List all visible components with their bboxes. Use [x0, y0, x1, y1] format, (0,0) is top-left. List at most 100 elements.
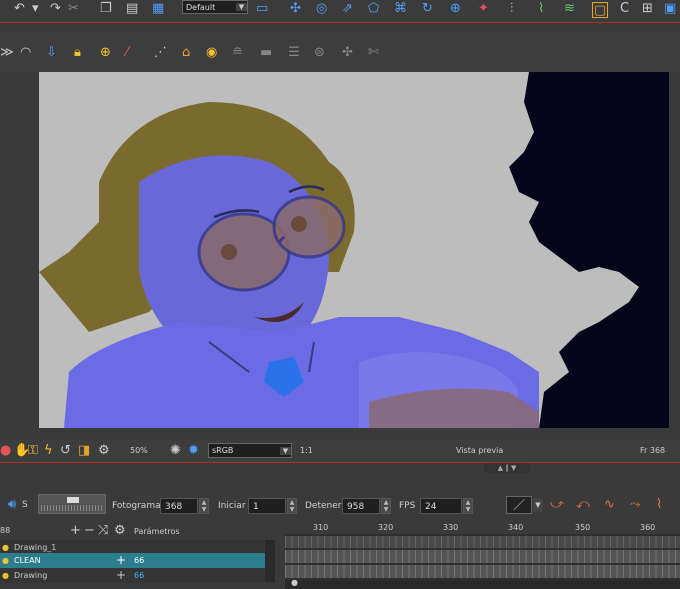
- bulb-icon[interactable]: ◉: [206, 46, 217, 59]
- timeline-scrollbar[interactable]: [285, 580, 680, 589]
- layout-icon[interactable]: ▭: [256, 2, 268, 15]
- envelope-deform-icon[interactable]: ≋: [564, 2, 575, 15]
- record-icon[interactable]: ●: [0, 444, 11, 457]
- frame-input[interactable]: 368: [160, 498, 198, 514]
- undo-icon[interactable]: ↶: [14, 2, 25, 15]
- stack-icon[interactable]: ▦: [152, 2, 164, 15]
- scroll-handle-icon[interactable]: ●: [291, 578, 298, 587]
- rotate-view-icon[interactable]: ↺: [60, 444, 71, 457]
- timeline-tick: 320: [378, 523, 394, 532]
- frame-slider-handle[interactable]: [67, 497, 79, 503]
- bounding-box-icon[interactable]: ▢: [592, 2, 608, 18]
- lock-add-icon[interactable]: ⊕: [100, 46, 111, 59]
- interpolation-linear-icon[interactable]: ／: [506, 496, 532, 514]
- scissors-icon[interactable]: ✂: [68, 2, 79, 15]
- frame-label: Fotograma: [112, 501, 161, 511]
- puppet-icon[interactable]: ✣: [342, 46, 353, 59]
- ease-in-icon[interactable]: ⤻: [550, 498, 564, 511]
- layer-flat-icon[interactable]: ▬: [260, 46, 272, 59]
- camera-icon[interactable]: ◨: [78, 444, 90, 457]
- layers-scrollbar[interactable]: [265, 540, 275, 582]
- scissor-tool-icon[interactable]: ✄: [368, 46, 379, 59]
- layer-visibility-icon[interactable]: ●: [2, 553, 9, 568]
- copy-icon[interactable]: ❐: [100, 2, 112, 15]
- rotate-icon[interactable]: ◎: [316, 2, 327, 15]
- grid-icon[interactable]: ▣: [664, 2, 676, 15]
- scale-icon[interactable]: ⇗: [342, 2, 353, 15]
- motion-icon[interactable]: ⌘: [394, 2, 407, 15]
- transform-icon[interactable]: ✣: [290, 2, 301, 15]
- timeline-ruler[interactable]: 310 320 330 340 350 360: [285, 520, 680, 534]
- skew-icon[interactable]: ⬠: [368, 2, 379, 15]
- curve-deform-icon[interactable]: ⌇: [538, 2, 544, 15]
- timeline-track-2[interactable]: [285, 550, 680, 563]
- zoom-level[interactable]: 50%: [130, 446, 148, 455]
- layer-stack-icon[interactable]: ≘: [232, 46, 243, 59]
- layer-row-selected[interactable]: ● CLEAN + 66: [0, 553, 275, 568]
- paste-icon[interactable]: ▤: [126, 2, 138, 15]
- gear-icon[interactable]: ✺: [170, 444, 181, 457]
- import-icon[interactable]: ⇩: [46, 46, 57, 59]
- lock-icon[interactable]: 🔒︎: [74, 46, 81, 59]
- layer-count: 88: [0, 526, 11, 535]
- add-layer-icon[interactable]: +: [70, 524, 81, 537]
- add-icon[interactable]: +: [116, 568, 126, 583]
- redo-icon[interactable]: ↷: [50, 2, 61, 15]
- color-wheel-icon[interactable]: ✹: [188, 444, 199, 457]
- speaker-icon[interactable]: 🔊︎: [8, 498, 16, 511]
- layer-options-icon[interactable]: ⤨: [98, 524, 108, 537]
- timeline-track-3[interactable]: [285, 565, 680, 578]
- lightning-icon[interactable]: ϟ: [44, 444, 53, 457]
- fps-input[interactable]: 24: [420, 498, 462, 514]
- ease-out-icon[interactable]: ⤺: [576, 498, 590, 511]
- viewer-status-bar: ● ✋ ⚿ ϟ ↺ ◨ ⚙ 50% ✺ ✹ sRGB ▼ 1:1 Vista p…: [0, 440, 680, 462]
- stop-spinner[interactable]: ▲ ▼: [381, 498, 391, 514]
- ease-both-icon[interactable]: ∿: [604, 498, 615, 511]
- panel-collapse-handle[interactable]: ▲ ‖ ▼: [484, 463, 530, 473]
- fps-spinner[interactable]: ▲ ▼: [463, 498, 473, 514]
- preview-label: Vista previa: [456, 446, 504, 455]
- params-header: Parámetros: [134, 527, 180, 536]
- stop-input[interactable]: 958: [342, 498, 380, 514]
- undo-dropdown-icon[interactable]: ▾: [32, 2, 39, 15]
- add-icon[interactable]: +: [116, 553, 126, 568]
- start-spinner[interactable]: ▲ ▼: [287, 498, 297, 514]
- frame-spinner[interactable]: ▲ ▼: [199, 498, 209, 514]
- settings-icon[interactable]: ⚙: [98, 444, 110, 457]
- eraser-icon[interactable]: ⌂: [182, 46, 190, 59]
- layer-merge-icon[interactable]: ⊜: [314, 46, 325, 59]
- pivot-icon[interactable]: ↻: [422, 2, 433, 15]
- panel-divider: [0, 462, 680, 463]
- layer-group-icon[interactable]: ☰: [288, 46, 300, 59]
- stepped-icon[interactable]: ⌇: [656, 498, 662, 511]
- deform-icon[interactable]: ⫶: [510, 2, 513, 15]
- bone-icon[interactable]: ✦: [478, 2, 489, 15]
- remove-layer-icon[interactable]: −: [84, 524, 95, 537]
- timeline-tick: 360: [640, 523, 656, 532]
- lock-icon[interactable]: ⚿: [28, 444, 38, 457]
- timeline-tick: 310: [313, 523, 329, 532]
- timeline-panel[interactable]: 310 320 330 340 350 360 ●: [285, 520, 680, 589]
- layer-row[interactable]: ● Drawing + 66: [0, 568, 275, 583]
- crosshair-icon[interactable]: ⊕: [450, 2, 461, 15]
- timeline-tick: 350: [575, 523, 591, 532]
- timeline-track-1[interactable]: [285, 536, 680, 548]
- preset-select[interactable]: Default ▼: [182, 0, 248, 14]
- cutter-icon[interactable]: C: [620, 2, 629, 15]
- guide-icon[interactable]: ⊞: [642, 2, 653, 15]
- chevron-down-icon[interactable]: ▼: [533, 498, 543, 512]
- layer-settings-icon[interactable]: ⚙: [114, 524, 126, 537]
- color-space-select[interactable]: sRGB ▼: [208, 443, 292, 458]
- timeline-tick: 340: [508, 523, 524, 532]
- fill-icon[interactable]: ≫: [0, 46, 14, 59]
- start-input[interactable]: 1: [248, 498, 286, 514]
- ratio-label[interactable]: 1:1: [300, 446, 313, 455]
- bezier-icon[interactable]: ⤳: [630, 498, 640, 511]
- frame-slider[interactable]: [38, 494, 106, 514]
- onion-skin-icon[interactable]: ◠: [20, 46, 31, 59]
- layer-visibility-icon[interactable]: ●: [2, 568, 9, 583]
- drawing-canvas[interactable]: [39, 72, 669, 428]
- layers-panel: 88 + − ⤨ ⚙ Parámetros ● Drawing_1 ● CLEA…: [0, 520, 280, 589]
- line-icon[interactable]: ⁄: [126, 46, 128, 59]
- dotted-line-icon[interactable]: ⋰: [154, 46, 167, 59]
